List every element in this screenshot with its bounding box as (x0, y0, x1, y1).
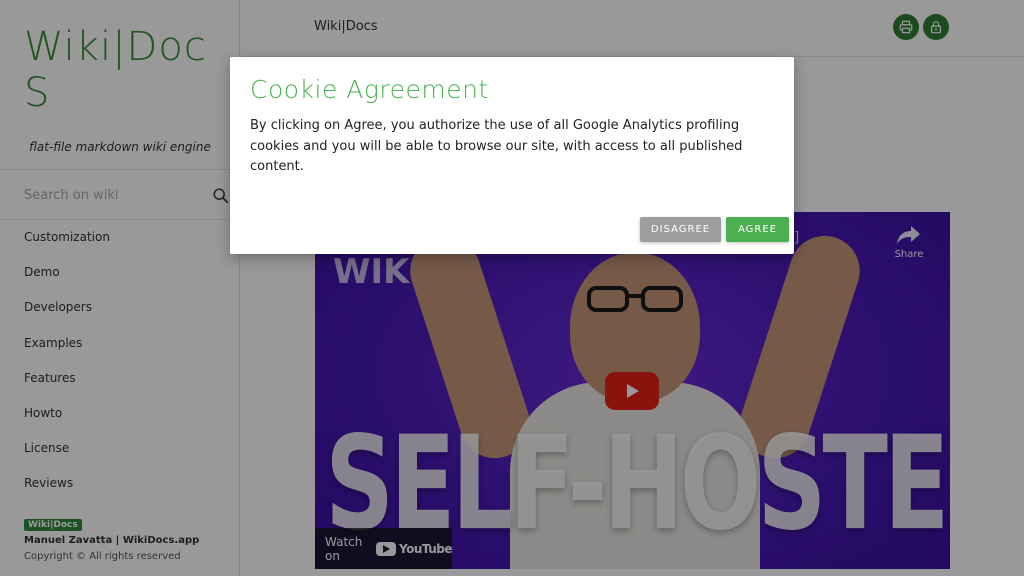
cookie-dialog: Cookie Agreement By clicking on Agree, y… (230, 57, 794, 254)
dialog-title: Cookie Agreement (250, 75, 489, 104)
agree-button[interactable]: AGREE (726, 217, 789, 242)
disagree-button[interactable]: DISAGREE (640, 217, 721, 242)
dialog-body: By clicking on Agree, you authorize the … (250, 118, 743, 174)
